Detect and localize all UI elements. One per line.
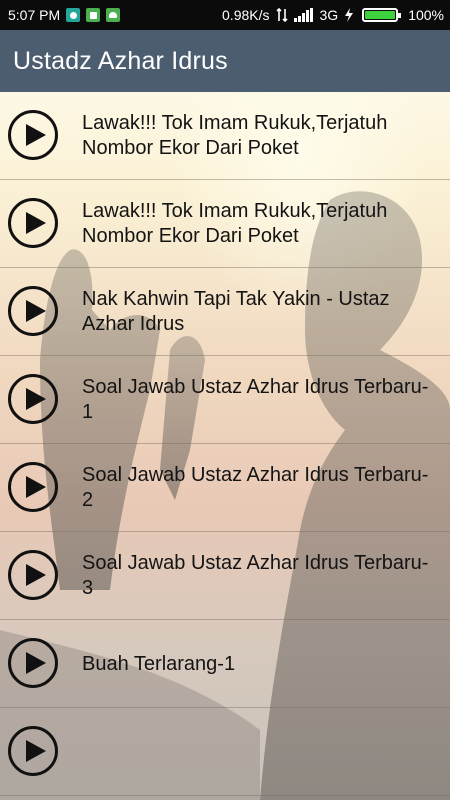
list-item-title: Buah Terlarang-1 — [82, 653, 236, 675]
list-item[interactable]: Buah Terlarang-1 — [0, 620, 450, 708]
list-item-title: Soal Jawab Ustaz Azhar Idrus Terbaru-3 — [82, 552, 429, 599]
play-icon[interactable] — [8, 725, 58, 776]
list-item[interactable]: Nak Kahwin Tapi Tak Yakin - Ustaz Azhar … — [0, 268, 450, 356]
play-icon[interactable] — [8, 197, 58, 248]
list-item-title: Lawak!!! Tok Imam Rukuk,Terjatuh Nombor … — [82, 200, 388, 247]
status-time: 5:07 PM — [8, 7, 61, 23]
list-item[interactable]: Soal Jawab Ustaz Azhar Idrus Terbaru-2 — [0, 444, 450, 532]
list-item[interactable]: Soal Jawab Ustaz Azhar Idrus Terbaru-1 — [0, 356, 450, 444]
list-item-title: Lawak!!! Tok Imam Rukuk,Terjatuh Nombor … — [82, 112, 388, 159]
list-item-title: Soal Jawab Ustaz Azhar Idrus Terbaru-1 — [82, 376, 429, 423]
list-item[interactable]: Lawak!!! Tok Imam Rukuk,Terjatuh Nombor … — [0, 180, 450, 268]
play-icon[interactable] — [8, 549, 58, 600]
data-transfer-icon — [275, 8, 288, 22]
app-title: Ustadz Azhar Idrus — [13, 46, 228, 75]
battery-percent: 100% — [408, 7, 444, 23]
list-item[interactable]: Lawak!!! Tok Imam Rukuk,Terjatuh Nombor … — [0, 92, 450, 180]
play-icon[interactable] — [8, 109, 58, 160]
network-speed: 0.98K/s — [222, 7, 270, 23]
list-item-title: Nak Kahwin Tapi Tak Yakin - Ustaz Azhar … — [82, 288, 390, 335]
android-notification-icon — [106, 8, 121, 22]
list-item-title: Soal Jawab Ustaz Azhar Idrus Terbaru-2 — [82, 464, 429, 511]
list-item[interactable]: Soal Jawab Ustaz Azhar Idrus Terbaru-3 — [0, 532, 450, 620]
video-list[interactable]: Lawak!!! Tok Imam Rukuk,Terjatuh Nombor … — [0, 92, 450, 800]
list-item[interactable] — [0, 708, 450, 796]
charging-icon — [345, 8, 354, 22]
sim-notification-icon — [86, 8, 101, 22]
action-bar: Ustadz Azhar Idrus — [0, 30, 450, 92]
shield-notification-icon — [66, 8, 81, 22]
signal-icon — [293, 8, 313, 22]
play-icon[interactable] — [8, 285, 58, 336]
play-icon[interactable] — [8, 373, 58, 424]
battery-icon — [362, 8, 402, 22]
status-bar: 5:07 PM 0.98K/s 3G 100% — [0, 0, 450, 30]
network-type: 3G — [319, 7, 339, 23]
play-icon[interactable] — [8, 637, 58, 688]
play-icon[interactable] — [8, 461, 58, 512]
